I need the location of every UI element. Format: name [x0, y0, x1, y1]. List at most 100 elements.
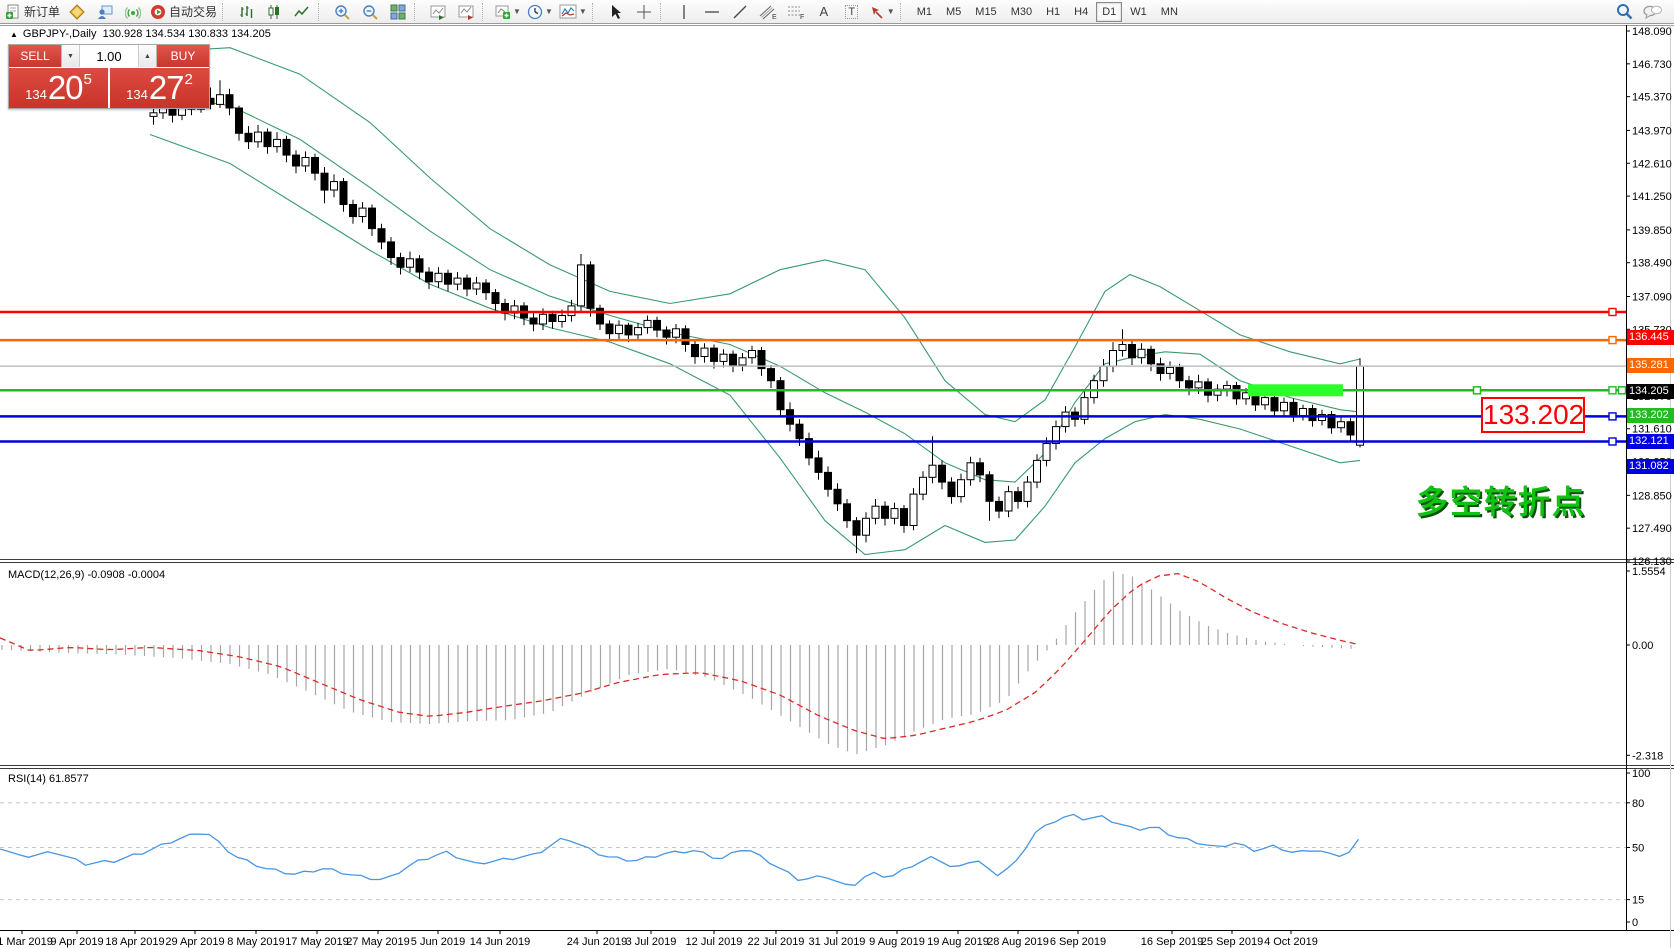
bar-chart-button[interactable]: [232, 1, 260, 23]
candle-up: [1357, 366, 1364, 445]
trendline-icon: [732, 4, 748, 20]
candle-down: [293, 155, 300, 166]
periods-button[interactable]: ▼: [524, 1, 556, 23]
line-chart-button[interactable]: [288, 1, 316, 23]
level-lines-layer[interactable]: [0, 309, 1626, 446]
chart-area[interactable]: 148.090146.730145.370143.970142.610141.2…: [0, 25, 1674, 948]
time-axis-label: 19 Aug 2019: [927, 936, 989, 948]
buy-price-button[interactable]: 134272: [110, 68, 209, 108]
text-a-icon: A: [819, 4, 828, 19]
rsi-axis-tick: 15: [1632, 895, 1644, 907]
price-axis-tick: 128.850: [1632, 490, 1672, 502]
timeframe-m30-button[interactable]: M30: [1005, 2, 1038, 22]
one-click-trade-panel: SELL ▼ 1.00 ▲ BUY 134205 134272: [8, 44, 210, 109]
trendline-selection-handle[interactable]: [1474, 387, 1481, 394]
search-button[interactable]: [1610, 1, 1638, 23]
cursor-tool-button[interactable]: [602, 1, 630, 23]
arrows-tool[interactable]: ▼: [866, 1, 898, 23]
candle-down: [1309, 409, 1316, 421]
text-label-tool[interactable]: T: [838, 1, 866, 23]
turning-point-annotation[interactable]: 多空转折点: [1416, 477, 1586, 523]
price-axis-tick: 141.250: [1632, 191, 1672, 203]
autotrading-label: 自动交易: [169, 3, 217, 20]
crosshair-icon: [636, 4, 652, 20]
candle-up: [1338, 422, 1345, 428]
chat-bubbles-icon: [1643, 4, 1662, 20]
candle-up: [473, 283, 480, 289]
candle-up: [407, 259, 414, 267]
new-order-label: 新订单: [24, 3, 60, 20]
chart-profile-button[interactable]: [63, 1, 91, 23]
time-axis-label: 14 Jun 2019: [470, 936, 531, 948]
crosshair-tool-button[interactable]: [630, 1, 658, 23]
price-level-text-object[interactable]: 133.202: [1481, 397, 1585, 433]
community-chat-button[interactable]: [1638, 1, 1666, 23]
bar-chart-icon: [238, 4, 254, 20]
zoom-out-button[interactable]: [356, 1, 384, 23]
zoom-out-icon: [362, 4, 378, 20]
buy-button[interactable]: BUY: [157, 45, 209, 67]
equidistant-channel-tool[interactable]: E: [754, 1, 782, 23]
market-watch-button[interactable]: [91, 1, 119, 23]
timeframe-d1-button[interactable]: D1: [1096, 2, 1122, 22]
fibonacci-tool[interactable]: F: [782, 1, 810, 23]
highlighted-level-segment[interactable]: [1248, 384, 1343, 396]
timeframe-group: M1M5M15M30H1H4D1W1MN: [910, 1, 1185, 23]
macd-label: MACD(12,26,9) -0.0908 -0.0004: [8, 569, 165, 581]
macd-axis-tick: -2.318: [1632, 750, 1663, 762]
timeframe-w1-button[interactable]: W1: [1124, 2, 1153, 22]
sell-button[interactable]: SELL: [9, 45, 61, 67]
horizontal-line-icon: [704, 6, 720, 18]
timeframe-h1-button[interactable]: H1: [1040, 2, 1066, 22]
horizontal-line-tool[interactable]: [698, 1, 726, 23]
profile-diamond-icon: [69, 4, 85, 20]
new-order-button[interactable]: 新订单: [2, 1, 63, 23]
trendline-selection-handle[interactable]: [1619, 387, 1626, 394]
time-axis-label: 29 Apr 2019: [165, 936, 224, 948]
svg-text:F: F: [800, 14, 804, 20]
sell-price-button[interactable]: 134205: [9, 68, 108, 108]
text-tool[interactable]: A: [810, 1, 838, 23]
vertical-line-tool[interactable]: [670, 1, 698, 23]
candle-down: [663, 330, 670, 337]
time-axis-label: 18 Apr 2019: [105, 936, 164, 948]
timeframe-h4-button[interactable]: H4: [1068, 2, 1094, 22]
candlestick-chart-button[interactable]: [260, 1, 288, 23]
panel-collapse-icon[interactable]: ▲: [10, 30, 18, 39]
volume-increase-button[interactable]: ▲: [138, 45, 156, 67]
toolbar-separator: [482, 3, 490, 21]
toolbar-separator: [592, 3, 600, 21]
timeframe-m1-button[interactable]: M1: [911, 2, 938, 22]
volume-decrease-button[interactable]: ▼: [62, 45, 80, 67]
indicators-button[interactable]: ▼: [556, 1, 590, 23]
tile-windows-button[interactable]: [384, 1, 412, 23]
chart-shift-button[interactable]: [452, 1, 480, 23]
price-axis-tick: 127.490: [1632, 523, 1672, 535]
new-chart-button[interactable]: ▼: [492, 1, 524, 23]
macd-signal-line: [0, 574, 1359, 739]
timeframe-m5-button[interactable]: M5: [940, 2, 967, 22]
trendline-tool[interactable]: [726, 1, 754, 23]
candle-up: [1281, 402, 1288, 410]
candle-up: [1110, 351, 1117, 367]
time-axis-label: 3 Jul 2019: [626, 936, 677, 948]
signals-button[interactable]: [119, 1, 147, 23]
chart-info-line: ▲GBPJPY-,Daily 130.928 134.534 130.833 1…: [10, 28, 271, 40]
bollinger-lower-band: [150, 135, 1360, 555]
zoom-in-button[interactable]: [328, 1, 356, 23]
auto-scroll-button[interactable]: [424, 1, 452, 23]
candle-up: [749, 351, 756, 358]
time-axis-label: 28 Aug 2019: [987, 936, 1049, 948]
candle-down: [1233, 386, 1240, 399]
timeframe-m15-button[interactable]: M15: [969, 2, 1002, 22]
candle-up: [701, 348, 708, 356]
rsi-axis-tick: 0: [1632, 917, 1638, 929]
volume-value[interactable]: 1.00: [80, 45, 138, 67]
candle-down: [606, 324, 613, 334]
ohlc-values: 130.928 134.534 130.833 134.205: [103, 28, 271, 40]
candle-down: [853, 521, 860, 536]
time-axis-label: 12 Jul 2019: [686, 936, 743, 948]
auto-scroll-icon: [430, 4, 446, 20]
timeframe-mn-button[interactable]: MN: [1155, 2, 1184, 22]
autotrading-button[interactable]: 自动交易: [147, 1, 220, 23]
